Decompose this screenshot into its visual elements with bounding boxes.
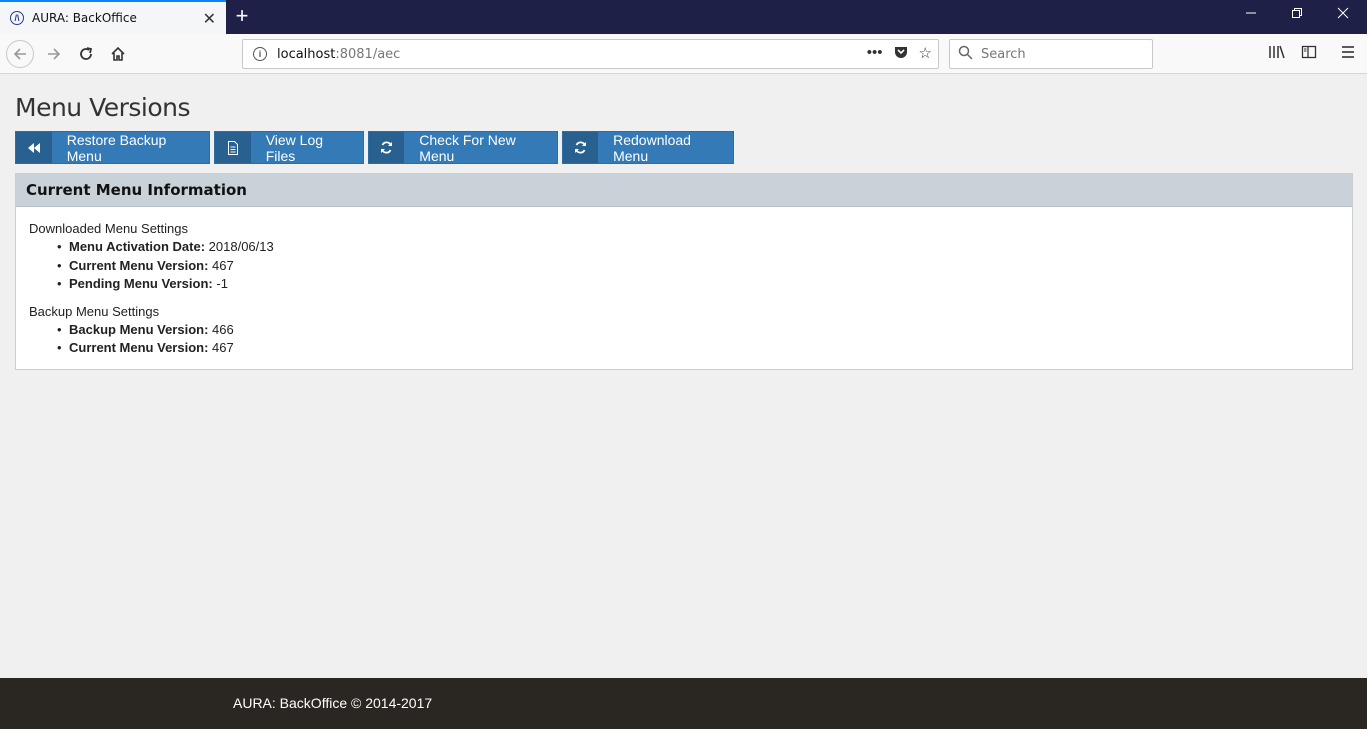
panel-heading: Current Menu Information [16,174,1352,207]
list-item: Menu Activation Date: 2018/06/13 [57,238,1339,257]
current-menu-panel: Current Menu Information Downloaded Menu… [15,173,1353,370]
browser-toolbar: i localhost:8081/aec ••• ☆ Search [0,34,1367,74]
forward-button[interactable] [40,40,68,68]
arrow-right-icon [48,48,61,60]
library-icon[interactable] [1266,44,1288,65]
page-actions-icon[interactable]: ••• [867,44,883,64]
list-item: Backup Menu Version: 466 [57,321,1339,340]
view-log-files-button[interactable]: View Log Files [214,131,364,164]
back-button[interactable] [6,40,34,68]
downloaded-settings-list: Menu Activation Date: 2018/06/13 Current… [57,238,1339,294]
backup-settings-title: Backup Menu Settings [29,303,160,319]
minimize-window-icon[interactable] [1241,6,1261,22]
backup-settings-list: Backup Menu Version: 466 Current Menu Ve… [57,321,1339,358]
page-title: Menu Versions [15,93,191,122]
address-bar[interactable]: i localhost:8081/aec ••• ☆ [242,39,939,69]
site-info-icon[interactable]: i [253,47,267,61]
button-label: Restore Backup Menu [66,131,167,164]
sidebar-icon[interactable] [1298,44,1320,65]
file-icon [215,132,251,163]
close-window-icon[interactable] [1333,6,1353,22]
page-content: Menu Versions Restore Backup Menu View L… [0,75,1367,678]
button-label: Redownload Menu [613,131,691,164]
home-icon [111,46,125,61]
browser-tab-active[interactable]: /\ AURA: BackOffice ✕ [0,0,226,34]
list-item: Current Menu Version: 467 [57,339,1339,358]
tab-title: AURA: BackOffice [32,11,137,25]
reload-button[interactable] [72,40,100,68]
restore-window-icon[interactable] [1287,6,1307,22]
check-for-new-menu-button[interactable]: Check For New Menu [368,131,558,164]
panel-body: Downloaded Menu Settings Menu Activation… [16,207,1352,382]
browser-titlebar: /\ AURA: BackOffice ✕ + [0,0,1367,34]
pocket-icon[interactable] [893,44,909,64]
button-label: View Log Files [265,131,324,164]
arrow-left-icon [13,48,26,60]
bookmark-star-icon[interactable]: ☆ [919,44,932,64]
list-item: Current Menu Version: 467 [57,257,1339,276]
url-text[interactable]: localhost:8081/aec [277,47,400,62]
action-toolbar: Restore Backup Menu View Log Files Check… [15,131,734,164]
aura-favicon-icon: /\ [10,11,24,25]
search-icon [958,45,973,64]
button-label: Check For New Menu [419,131,516,164]
search-input[interactable]: Search [949,39,1153,69]
restore-backup-menu-button[interactable]: Restore Backup Menu [15,131,210,164]
refresh-icon [563,132,599,163]
hamburger-menu-icon[interactable] [1337,44,1359,65]
refresh-icon [369,132,405,163]
downloaded-settings-title: Downloaded Menu Settings [29,221,188,236]
list-item: Pending Menu Version: -1 [57,275,1339,294]
rewind-icon [16,132,52,163]
footer-copyright: AURA: BackOffice © 2014-2017 [233,695,433,711]
home-button[interactable] [104,40,132,68]
new-tab-button[interactable]: + [231,4,253,28]
tab-close-icon[interactable]: ✕ [203,9,216,29]
redownload-menu-button[interactable]: Redownload Menu [562,131,734,164]
reload-icon [80,47,93,60]
search-placeholder: Search [981,46,1026,62]
page-footer: AURA: BackOffice © 2014-2017 [0,678,1367,729]
